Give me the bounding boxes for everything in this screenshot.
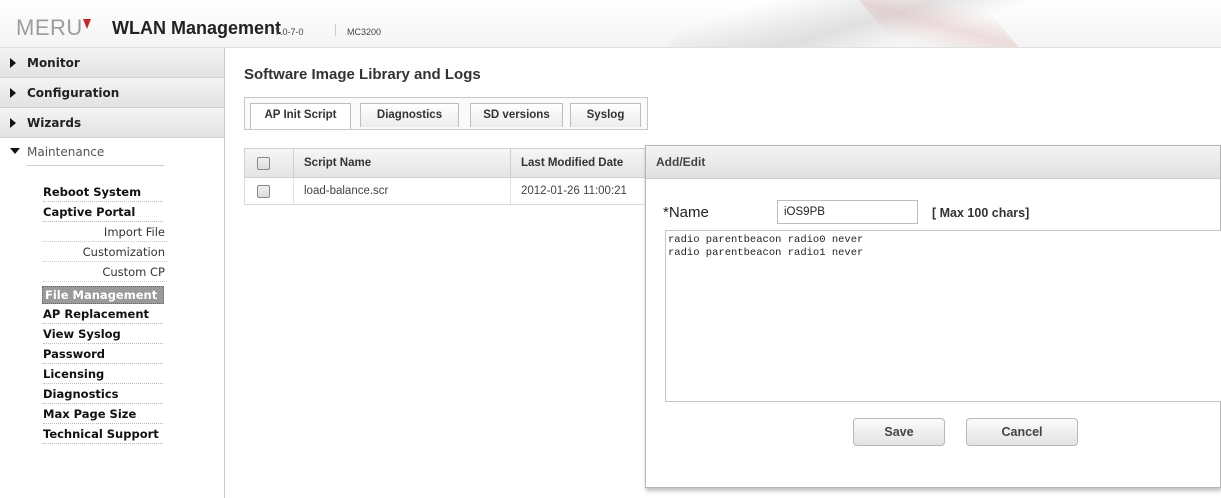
dialog-header: Add/Edit: [646, 146, 1220, 179]
row-cell-last-modified: 2012-01-26 11:00:21: [510, 178, 648, 204]
dialog-title: Add/Edit: [656, 155, 706, 169]
triangle-right-icon: [10, 118, 16, 128]
divider: [27, 165, 164, 166]
row-checkbox[interactable]: [257, 184, 270, 198]
page-title: Software Image Library and Logs: [244, 66, 481, 83]
row-cell-select: [245, 178, 293, 204]
sidebar-section-wizards[interactable]: Wizards: [0, 108, 224, 138]
script-content-textarea[interactable]: radio parentbeacon radio0 never radio pa…: [665, 230, 1221, 402]
sidebar-item-reboot-system[interactable]: Reboot System: [43, 184, 163, 202]
column-header: Script Name: [304, 157, 372, 169]
sidebar-item-ap-replacement[interactable]: AP Replacement: [43, 306, 163, 324]
select-all-checkbox[interactable]: [257, 156, 270, 170]
tab-ap-init-script[interactable]: AP Init Script: [250, 103, 351, 129]
add-edit-dialog: Add/Edit *Name [ Max 100 chars] radio pa…: [645, 145, 1221, 488]
tab-syslog[interactable]: Syslog: [570, 103, 641, 127]
meru-logo: MERU: [16, 15, 83, 40]
last-modified-date: 2012-01-26 11:00:21: [521, 185, 627, 197]
sidebar-item-licensing[interactable]: Licensing: [43, 366, 163, 384]
software-version: 7.0-7-0: [275, 27, 304, 37]
sidebar-item-custom-cp[interactable]: Custom CP: [43, 264, 167, 282]
sidebar-section-label: Wizards: [27, 116, 82, 130]
column-header: Last Modified Date: [521, 157, 624, 169]
sidebar-item-customization[interactable]: Customization: [43, 244, 167, 262]
name-label: *Name: [663, 204, 709, 221]
triangle-down-icon: [10, 148, 20, 154]
tab-diagnostics[interactable]: Diagnostics: [360, 103, 459, 127]
meru-logo-mark-icon: [83, 19, 91, 29]
sidebar-section-monitor[interactable]: Monitor: [0, 48, 224, 78]
sidebar-section-label: Configuration: [27, 86, 120, 100]
controller-model: MC3200: [347, 27, 382, 37]
triangle-right-icon: [10, 58, 16, 68]
sidebar-section-configuration[interactable]: Configuration: [0, 78, 224, 108]
name-length-hint: [ Max 100 chars]: [932, 206, 1030, 220]
table-header: Script Name Last Modified Date: [244, 148, 647, 178]
header-cell-last-modified[interactable]: Last Modified Date: [510, 149, 648, 177]
sidebar-item-diagnostics[interactable]: Diagnostics: [43, 386, 163, 404]
tab-divider: [244, 129, 648, 130]
header-divider: [335, 24, 336, 36]
sidebar-item-password[interactable]: Password: [43, 346, 163, 364]
sidebar-item-max-page-size[interactable]: Max Page Size: [43, 406, 163, 424]
row-cell-script-name: load-balance.scr: [293, 178, 510, 204]
sidebar-item-file-management[interactable]: File Management: [42, 286, 164, 304]
name-input[interactable]: [777, 200, 918, 224]
tab-sd-versions[interactable]: SD versions: [470, 103, 563, 127]
sidebar-section-label: Monitor: [27, 56, 80, 70]
sidebar-section-maintenance[interactable]: Maintenance: [0, 138, 224, 168]
app-title: WLAN Management: [112, 18, 282, 38]
sidebar-section-label: Maintenance: [27, 145, 105, 159]
save-button[interactable]: Save: [853, 418, 945, 446]
sidebar-item-import-file[interactable]: Import File: [43, 224, 167, 242]
header-cell-script-name[interactable]: Script Name: [293, 149, 510, 177]
sidebar-item-view-syslog[interactable]: View Syslog: [43, 326, 163, 344]
script-name: load-balance.scr: [304, 185, 389, 197]
sidebar-item-captive-portal[interactable]: Captive Portal: [43, 204, 163, 222]
tab-bar: AP Init Script Diagnostics SD versions S…: [244, 97, 648, 130]
triangle-right-icon: [10, 88, 16, 98]
table-row[interactable]: load-balance.scr 2012-01-26 11:00:21: [244, 178, 647, 205]
cancel-button[interactable]: Cancel: [966, 418, 1078, 446]
header-cell-select: [245, 149, 293, 177]
app-header: MERU WLAN Management 7.0-7-0 MC3200: [0, 0, 1221, 48]
sidebar-item-technical-support[interactable]: Technical Support: [43, 426, 163, 444]
